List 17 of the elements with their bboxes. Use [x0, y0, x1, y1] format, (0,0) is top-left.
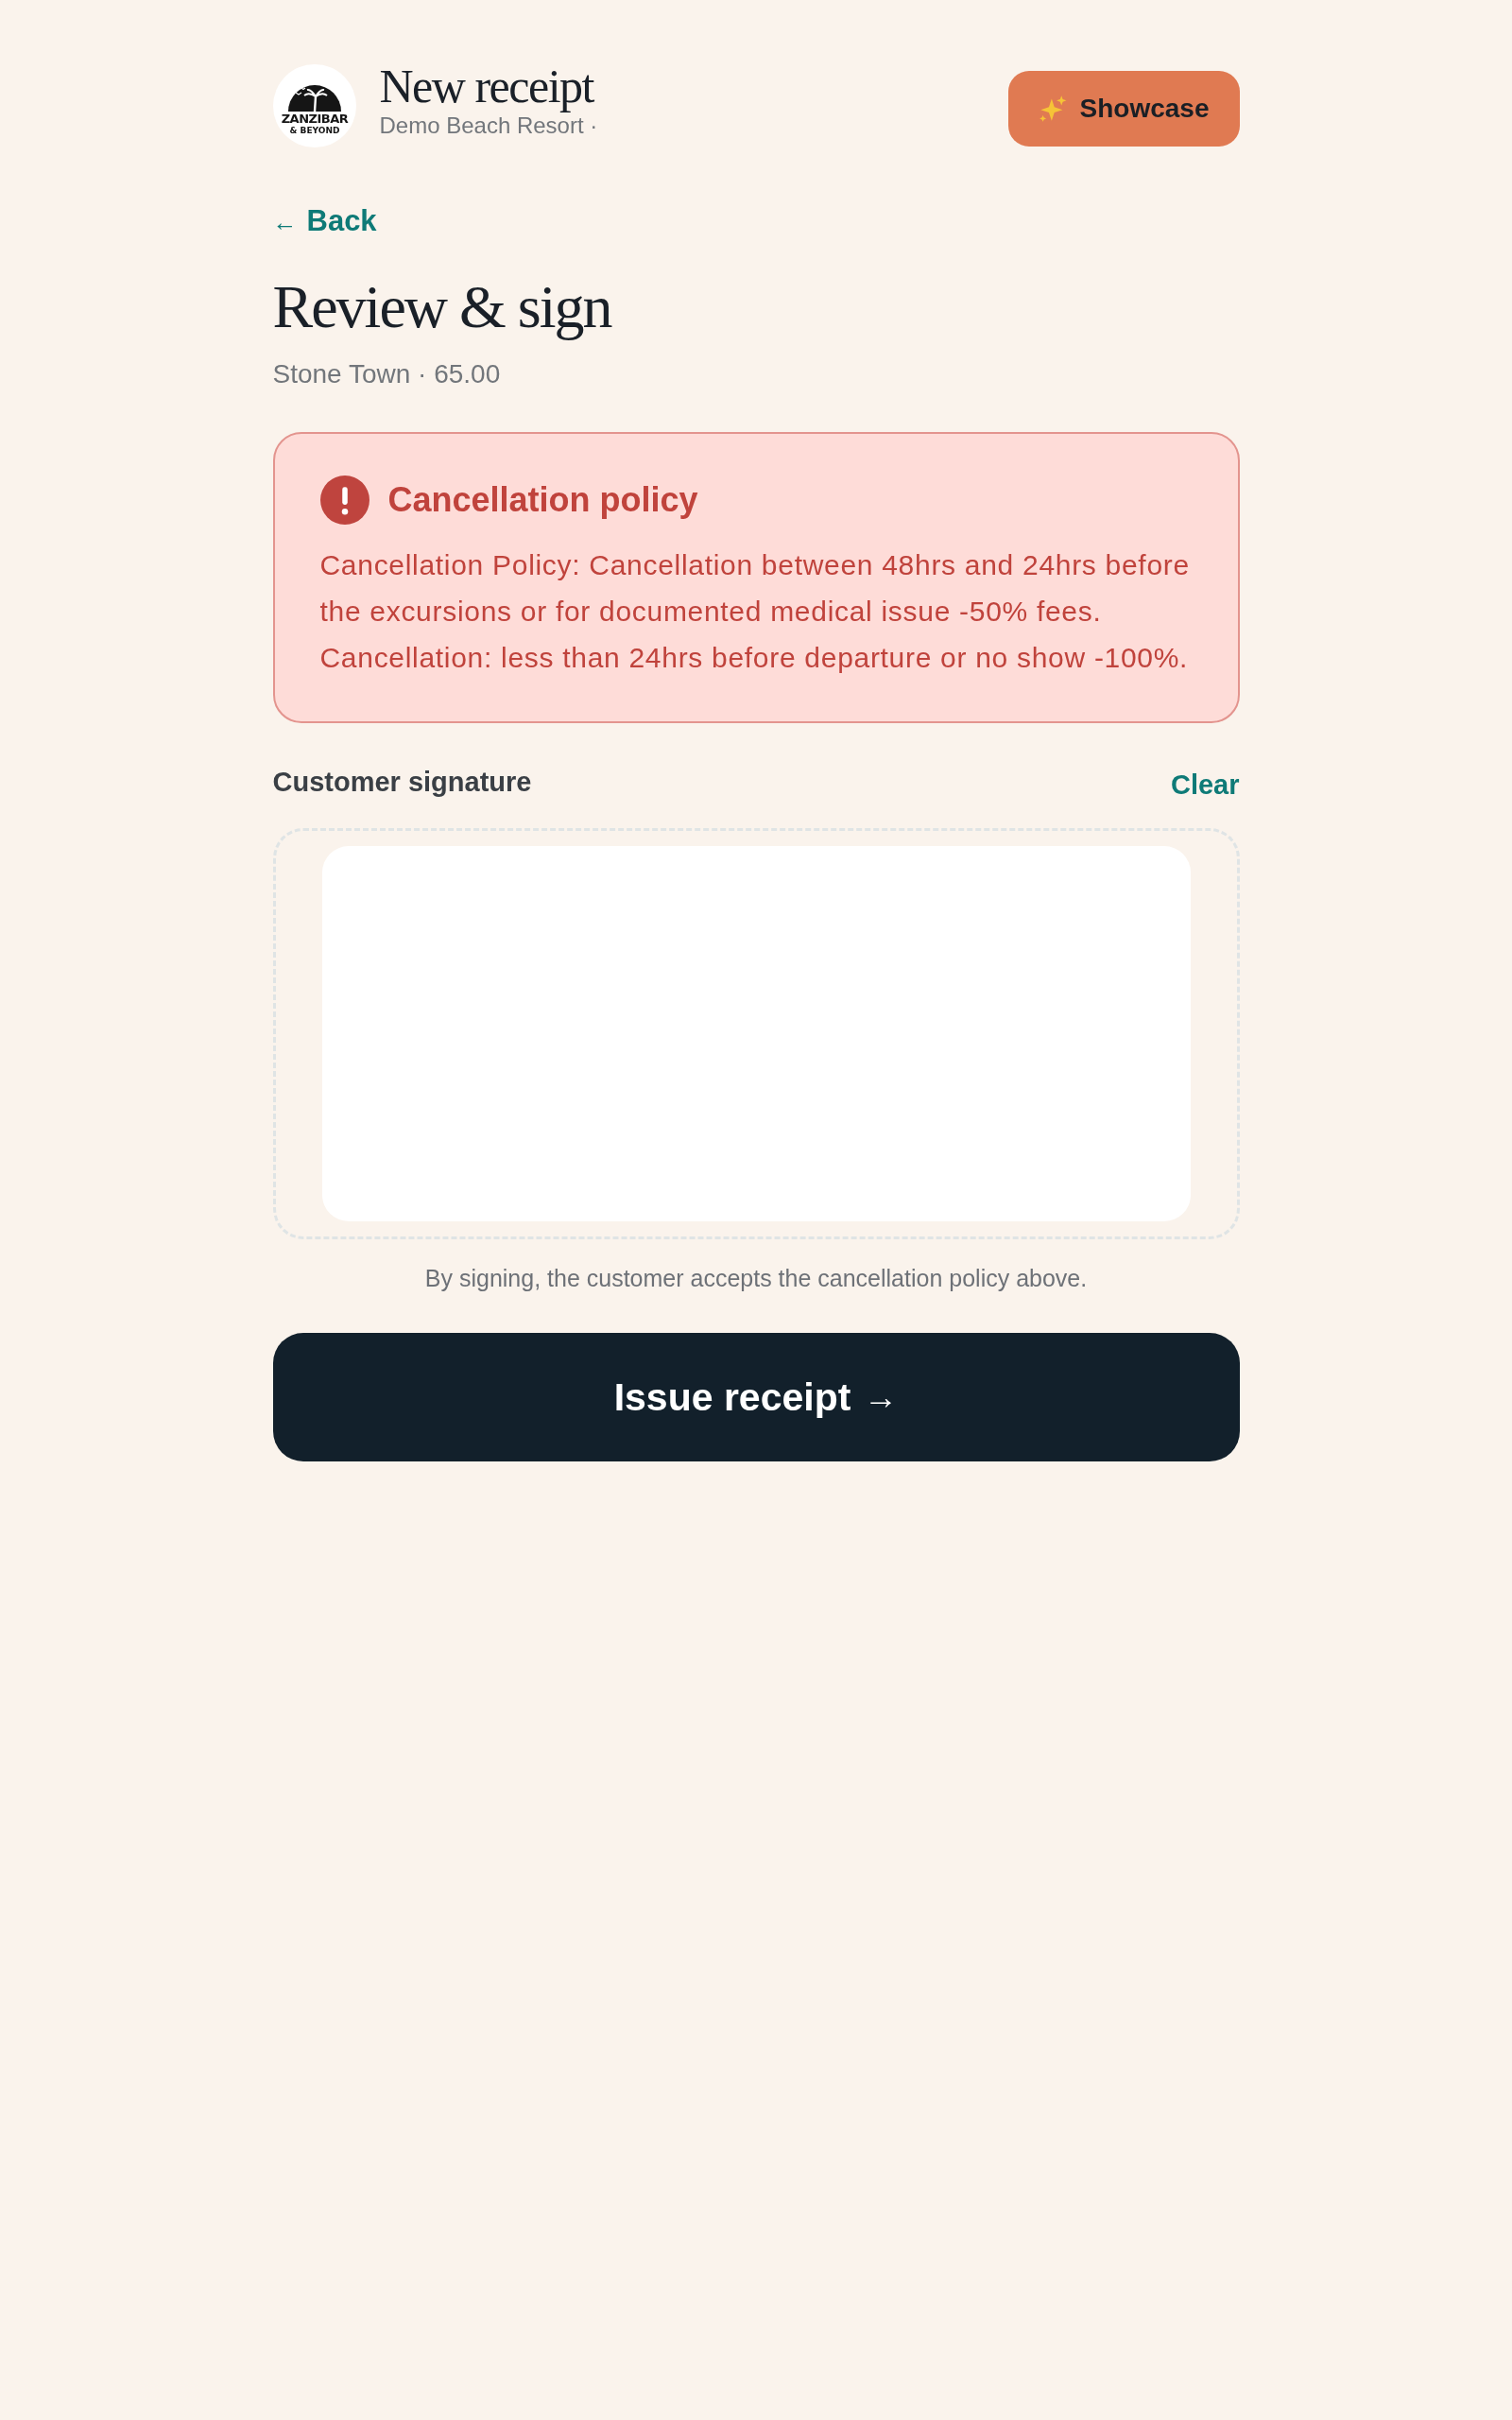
alert-icon — [319, 475, 369, 525]
back-link[interactable]: ← Back — [272, 202, 377, 241]
alert-text: Cancellation Policy: Cancellation between 48hrs and 24hrs before the excursions or for documented medical issue -50% fees. Cancellation: less than 24hrs before departure or no show -100%. — [319, 548, 1191, 675]
issue-receipt-button[interactable]: Issue receipt → — [272, 1333, 1240, 1461]
section-label: Customer signature — [272, 766, 532, 799]
logo-text: & BEYOND — [289, 126, 339, 135]
showcase-button[interactable]: Showcase — [1007, 71, 1240, 147]
palm-tree-drawing — [287, 85, 341, 112]
app-title: New receipt — [379, 60, 595, 112]
alert-title: Cancellation policy — [387, 479, 698, 521]
sparkle-icon — [1038, 95, 1067, 123]
page-title: Review & sign — [272, 272, 612, 342]
signature-note: By signing, the customer accepts the cancellation policy above. — [423, 1264, 1089, 1293]
clear-button[interactable]: Clear — [1170, 768, 1240, 802]
page-subtitle: Stone Town · 65.00 — [272, 358, 502, 390]
logo-text: ZANZIBAR — [281, 112, 348, 126]
property-name: Demo Beach Resort · — [379, 112, 598, 139]
